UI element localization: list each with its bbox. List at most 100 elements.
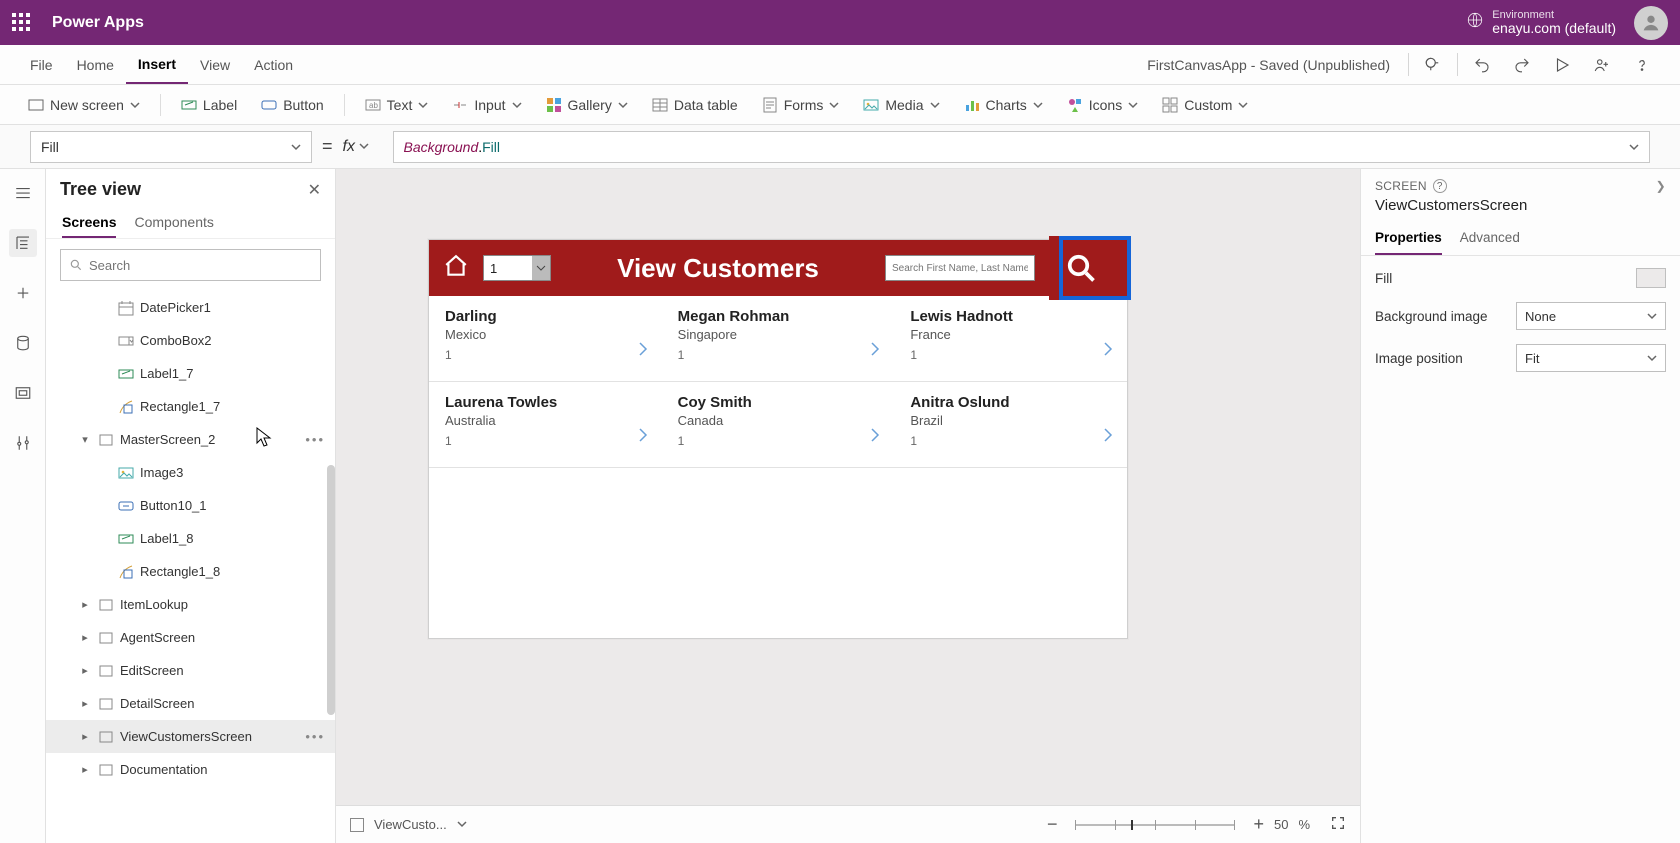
customers-gallery[interactable]: DarlingMexico1Megan RohmanSingapore1Lewi…	[429, 296, 1127, 468]
tree-item[interactable]: Label1_7•••	[46, 357, 335, 390]
tab-screens[interactable]: Screens	[62, 208, 116, 238]
tree-item[interactable]: ▸ItemLookup•••	[46, 588, 335, 621]
menu-view[interactable]: View	[188, 45, 242, 84]
text-button[interactable]: abText	[355, 93, 439, 117]
tree-item[interactable]: ▸EditScreen•••	[46, 654, 335, 687]
tree-item[interactable]: ▸DetailScreen•••	[46, 687, 335, 720]
customer-card[interactable]: Lewis HadnottFrance1	[894, 296, 1127, 382]
chevron-right-icon[interactable]: ▸	[78, 730, 92, 743]
tree-item[interactable]: ▾MasterScreen_2•••	[46, 423, 335, 456]
label-button[interactable]: Label	[171, 93, 247, 117]
tab-properties[interactable]: Properties	[1375, 222, 1442, 255]
tree-item[interactable]: Rectangle1_7•••	[46, 390, 335, 423]
input-button[interactable]: Input	[442, 93, 531, 117]
rail-media-icon[interactable]	[9, 379, 37, 407]
imgpos-dropdown[interactable]: Fit	[1516, 344, 1666, 372]
chevron-right-icon[interactable]	[866, 340, 884, 363]
tree-item[interactable]: ComboBox2•••	[46, 324, 335, 357]
app-launcher-icon[interactable]	[12, 13, 32, 33]
datatable-button[interactable]: Data table	[642, 93, 748, 117]
chevron-right-icon[interactable]	[1099, 426, 1117, 449]
more-icon[interactable]: •••	[305, 432, 325, 447]
chevron-right-icon[interactable]: ▸	[78, 763, 92, 776]
tree-item[interactable]: ▸AgentScreen•••	[46, 621, 335, 654]
home-icon[interactable]	[443, 253, 469, 284]
help-icon[interactable]	[1622, 45, 1662, 84]
zoom-slider[interactable]	[1075, 824, 1235, 826]
app-checker-icon[interactable]	[1413, 45, 1453, 84]
customer-card[interactable]: Laurena TowlesAustralia1	[429, 382, 662, 468]
chevron-right-icon[interactable]: ▸	[78, 664, 92, 677]
bgimage-dropdown[interactable]: None	[1516, 302, 1666, 330]
formula-input[interactable]: Background.Fill	[393, 131, 1650, 163]
customer-card[interactable]: DarlingMexico1	[429, 296, 662, 382]
canvas-screen[interactable]: 1 View Customers DarlingMexico1Megan Roh…	[428, 239, 1128, 639]
rail-add-icon[interactable]	[9, 279, 37, 307]
button-button[interactable]: Button	[251, 93, 333, 117]
more-icon[interactable]: •••	[305, 729, 325, 744]
customer-card[interactable]: Anitra OslundBrazil1	[894, 382, 1127, 468]
chevron-right-icon[interactable]: ❯	[1656, 179, 1666, 193]
chevron-right-icon[interactable]	[866, 426, 884, 449]
rail-hamburger-icon[interactable]	[9, 179, 37, 207]
menu-action[interactable]: Action	[242, 45, 305, 84]
user-avatar[interactable]	[1634, 6, 1668, 40]
treeview-search-input[interactable]	[89, 258, 312, 273]
rail-treeview-icon[interactable]	[9, 229, 37, 257]
tree-item[interactable]: Rectangle1_8•••	[46, 555, 335, 588]
menu-file[interactable]: File	[18, 45, 65, 84]
chevron-right-icon[interactable]	[634, 340, 652, 363]
chevron-right-icon[interactable]	[634, 426, 652, 449]
tab-advanced[interactable]: Advanced	[1460, 222, 1520, 255]
breadcrumb-label[interactable]: ViewCusto...	[374, 817, 447, 832]
tab-components[interactable]: Components	[134, 208, 213, 238]
tree-item[interactable]: Button10_1•••	[46, 489, 335, 522]
media-button[interactable]: Media	[853, 93, 949, 117]
canvas-area[interactable]: 1 View Customers DarlingMexico1Megan Roh…	[336, 169, 1360, 805]
share-icon[interactable]	[1582, 45, 1622, 84]
chevron-down-icon[interactable]	[457, 817, 467, 832]
rail-data-icon[interactable]	[9, 329, 37, 357]
menu-home[interactable]: Home	[65, 45, 126, 84]
gallery-button[interactable]: Gallery	[536, 93, 638, 117]
scrollbar[interactable]	[327, 465, 335, 715]
menu-insert[interactable]: Insert	[126, 45, 188, 84]
fit-to-screen-icon[interactable]	[1330, 815, 1346, 834]
new-screen-button[interactable]: New screen	[18, 93, 150, 117]
tree-item[interactable]: Label1_8•••	[46, 522, 335, 555]
treeview-search[interactable]	[60, 249, 321, 281]
tree-item[interactable]: Image3•••	[46, 456, 335, 489]
help-icon[interactable]: ?	[1433, 179, 1447, 193]
customer-search[interactable]	[885, 255, 1035, 281]
forms-button[interactable]: Forms	[752, 93, 850, 117]
chevron-down-icon[interactable]: ▾	[78, 433, 92, 446]
chevron-right-icon[interactable]: ▸	[78, 697, 92, 710]
play-icon[interactable]	[1542, 45, 1582, 84]
rail-tools-icon[interactable]	[9, 429, 37, 457]
zoom-out-button[interactable]: −	[1047, 814, 1058, 835]
redo-icon[interactable]	[1502, 45, 1542, 84]
search-button[interactable]	[1049, 236, 1113, 300]
tree-item[interactable]: ▸ViewCustomersScreen•••	[46, 720, 335, 753]
property-dropdown[interactable]: Fill	[30, 131, 312, 163]
zoom-in-button[interactable]: +	[1253, 814, 1264, 835]
chevron-right-icon[interactable]: ▸	[78, 598, 92, 611]
icons-button[interactable]: Icons	[1057, 93, 1148, 117]
tree-item[interactable]: ▸Documentation•••	[46, 753, 335, 786]
charts-button[interactable]: Charts	[954, 93, 1053, 117]
close-icon[interactable]: ✕	[308, 180, 321, 200]
customer-card[interactable]: Coy SmithCanada1	[662, 382, 895, 468]
fx-button[interactable]: fx	[343, 138, 383, 156]
breadcrumb-checkbox[interactable]	[350, 818, 364, 832]
customer-card[interactable]: Megan RohmanSingapore1	[662, 296, 895, 382]
tree-item[interactable]: DatePicker1•••	[46, 291, 335, 324]
chevron-right-icon[interactable]: ▸	[78, 631, 92, 644]
custom-button[interactable]: Custom	[1152, 93, 1258, 117]
chevron-right-icon[interactable]	[1099, 340, 1117, 363]
page-picker[interactable]: 1	[483, 255, 551, 281]
undo-icon[interactable]	[1462, 45, 1502, 84]
fill-color-chip[interactable]	[1636, 268, 1666, 288]
customer-search-input[interactable]	[886, 256, 1034, 280]
chevron-down-icon[interactable]	[1629, 139, 1639, 155]
environment-picker[interactable]: Environment enayu.com (default)	[1466, 9, 1616, 36]
